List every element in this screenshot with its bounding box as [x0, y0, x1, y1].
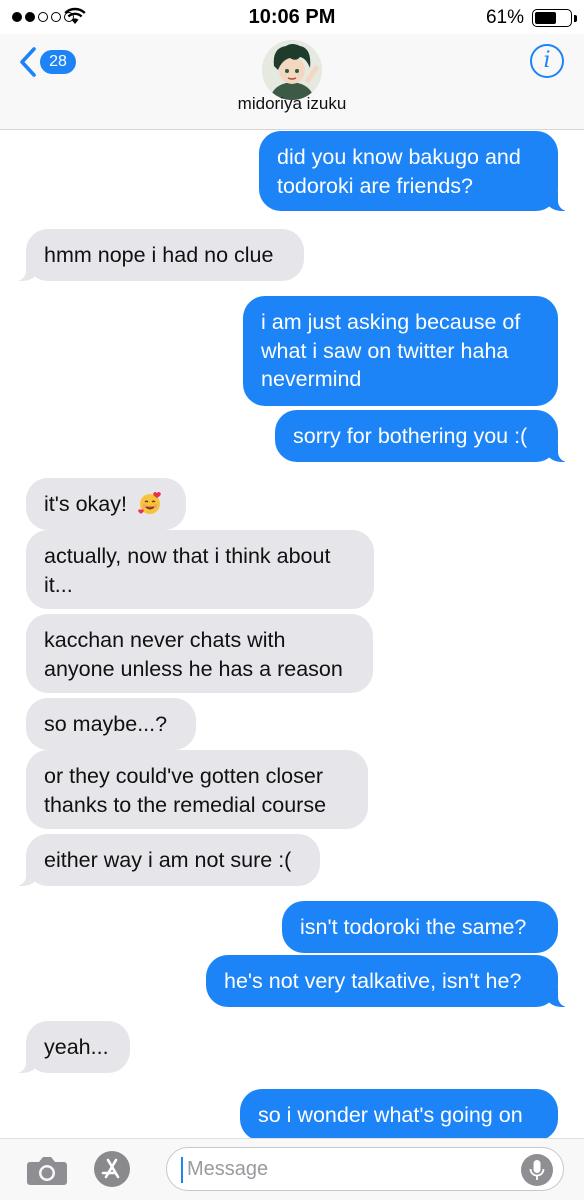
message-received[interactable]: hmm nope i had no clue [14, 229, 304, 281]
contact-name[interactable]: midoriya izuku [0, 94, 584, 114]
conversation-header: 28 midoriya izuku i [0, 34, 584, 130]
message-text: i am just asking because of what i saw o… [261, 310, 521, 391]
unread-count-badge: 28 [40, 50, 76, 74]
message-text: so i wonder what's going on [258, 1103, 523, 1127]
app-store-glyph [101, 1158, 120, 1179]
message-received[interactable]: kacchan never chats with anyone unless h… [26, 614, 373, 693]
message-composer: Message [0, 1138, 584, 1200]
message-text: or they could've gotten closer thanks to… [44, 764, 327, 817]
message-sent[interactable]: did you know bakugo and todoroki are fri… [259, 131, 570, 211]
battery-percentage: 61% [485, 7, 524, 28]
message-text: hmm nope i had no clue [44, 243, 274, 267]
message-text: did you know bakugo and todoroki are fri… [277, 145, 521, 198]
contact-avatar[interactable] [262, 40, 322, 100]
app-store-icon[interactable] [94, 1151, 130, 1187]
message-placeholder: Message [187, 1158, 269, 1180]
message-received[interactable]: actually, now that i think about it... [26, 530, 374, 609]
smiling-face-with-hearts-emoji [138, 492, 161, 514]
message-received[interactable]: or they could've gotten closer thanks to… [26, 750, 368, 829]
message-sent[interactable]: isn't todoroki the same? [282, 901, 558, 953]
message-received[interactable]: it's okay! [26, 478, 186, 530]
microphone-icon[interactable] [521, 1154, 553, 1186]
back-button[interactable]: 28 [18, 46, 76, 78]
message-text: actually, now that i think about it... [44, 544, 331, 597]
microphone-glyph [529, 1160, 545, 1180]
message-text: isn't todoroki the same? [300, 915, 527, 939]
message-received[interactable]: yeah... [14, 1021, 130, 1073]
message-text: it's okay! [44, 492, 127, 516]
message-sent[interactable]: he's not very talkative, isn't he? [206, 955, 570, 1007]
camera-icon[interactable] [26, 1153, 68, 1187]
avatar-image [262, 40, 322, 100]
message-sent[interactable]: so i wonder what's going on [240, 1089, 558, 1141]
message-input[interactable]: Message [166, 1147, 564, 1191]
message-sent[interactable]: sorry for bothering you :( [275, 410, 570, 462]
text-cursor [181, 1157, 183, 1183]
message-received[interactable]: either way i am not sure :( [14, 834, 320, 886]
chevron-left-icon [20, 47, 36, 77]
message-received[interactable]: so maybe...? [26, 698, 196, 750]
message-text: either way i am not sure :( [44, 848, 292, 872]
battery-icon [532, 9, 577, 27]
message-text: sorry for bothering you :( [293, 424, 528, 448]
message-text: yeah... [44, 1035, 109, 1059]
message-text: he's not very talkative, isn't he? [224, 969, 522, 993]
info-icon[interactable]: i [530, 44, 564, 78]
message-text: so maybe...? [44, 712, 168, 736]
message-text: kacchan never chats with anyone unless h… [44, 628, 343, 681]
status-bar: 10:06 PM 61% [0, 0, 584, 34]
message-sent[interactable]: i am just asking because of what i saw o… [243, 296, 558, 406]
